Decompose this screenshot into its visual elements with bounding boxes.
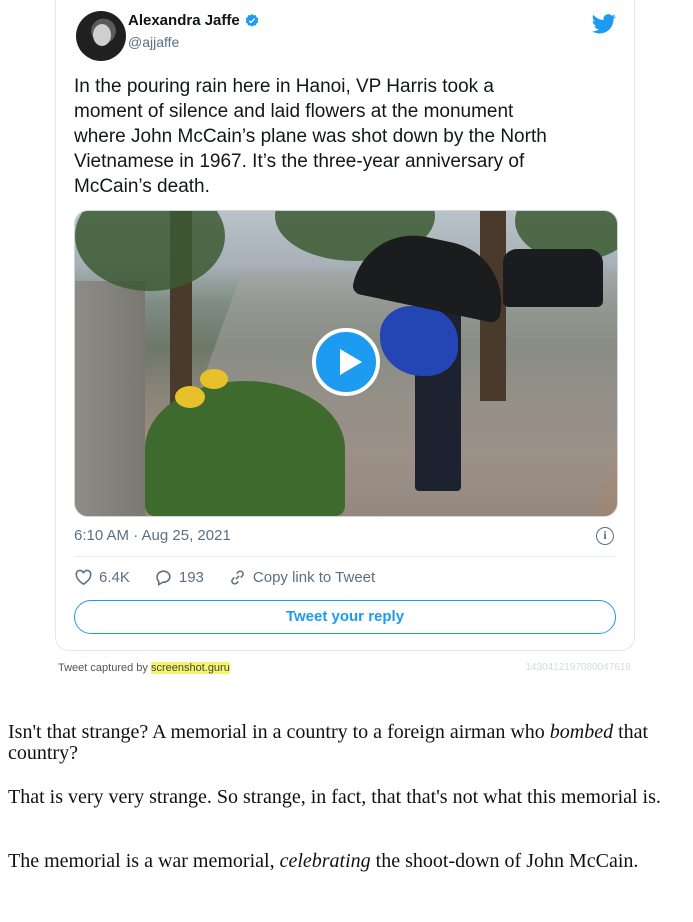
heart-icon	[75, 569, 92, 586]
copy-link-label: Copy link to Tweet	[252, 569, 376, 586]
author-avatar[interactable]	[76, 11, 126, 61]
info-icon[interactable]: i	[596, 527, 614, 545]
verified-badge-icon	[245, 13, 259, 27]
tweet-id: 1430412197080047618	[525, 662, 631, 673]
author-name[interactable]: Alexandra Jaffe	[128, 12, 240, 29]
link-icon	[231, 570, 244, 585]
author-name-row[interactable]: Alexandra Jaffe	[128, 12, 260, 29]
reply-bubble-icon	[156, 570, 171, 587]
tweet-video[interactable]	[74, 210, 618, 517]
reply-count-button[interactable]: 193	[154, 568, 204, 587]
divider	[74, 556, 616, 557]
like-count: 6.4K	[99, 569, 130, 586]
p1-text-a: Isn't that strange? A memorial in a coun…	[8, 721, 550, 743]
author-handle[interactable]: @ajjaffe	[128, 34, 179, 50]
play-icon[interactable]	[312, 328, 380, 396]
reply-count: 193	[178, 569, 204, 586]
twitter-bird-icon[interactable]	[592, 14, 616, 34]
article-paragraph-1: Isn't that strange? A memorial in a coun…	[8, 722, 688, 764]
tweet-text: In the pouring rain here in Hanoi, VP Ha…	[74, 76, 547, 197]
p3-text-b: the shoot-down of John McCain.	[370, 850, 639, 872]
copy-link-button[interactable]: Copy link to Tweet	[228, 568, 375, 587]
capture-prefix: Tweet captured by	[58, 662, 151, 674]
p1-emphasis: bombed	[549, 721, 614, 743]
tweet-timestamp[interactable]: 6:10 AM · Aug 25, 2021	[74, 527, 231, 544]
capture-site-link[interactable]: screenshot.guru	[150, 662, 230, 674]
tweet-your-reply-button[interactable]: Tweet your reply	[74, 600, 616, 634]
flower-bed	[145, 381, 345, 516]
memorial-stone	[75, 281, 145, 516]
tweet-actions: 6.4K 193 Copy link to Tweet	[74, 568, 399, 587]
like-button[interactable]: 6.4K	[74, 568, 130, 587]
article-paragraph-2: That is very very strange. So strange, i…	[8, 786, 661, 808]
article-paragraph-3: The memorial is a war memorial, celebrat…	[8, 851, 688, 872]
p3-emphasis: celebrating	[279, 850, 371, 872]
capture-credit: Tweet captured by screenshot.guru	[58, 662, 230, 674]
p3-text-a: The memorial is a war memorial,	[8, 850, 280, 872]
tweet-card[interactable]: Alexandra Jaffe @ajjaffe In the pouring …	[55, 0, 635, 651]
car	[503, 249, 603, 307]
